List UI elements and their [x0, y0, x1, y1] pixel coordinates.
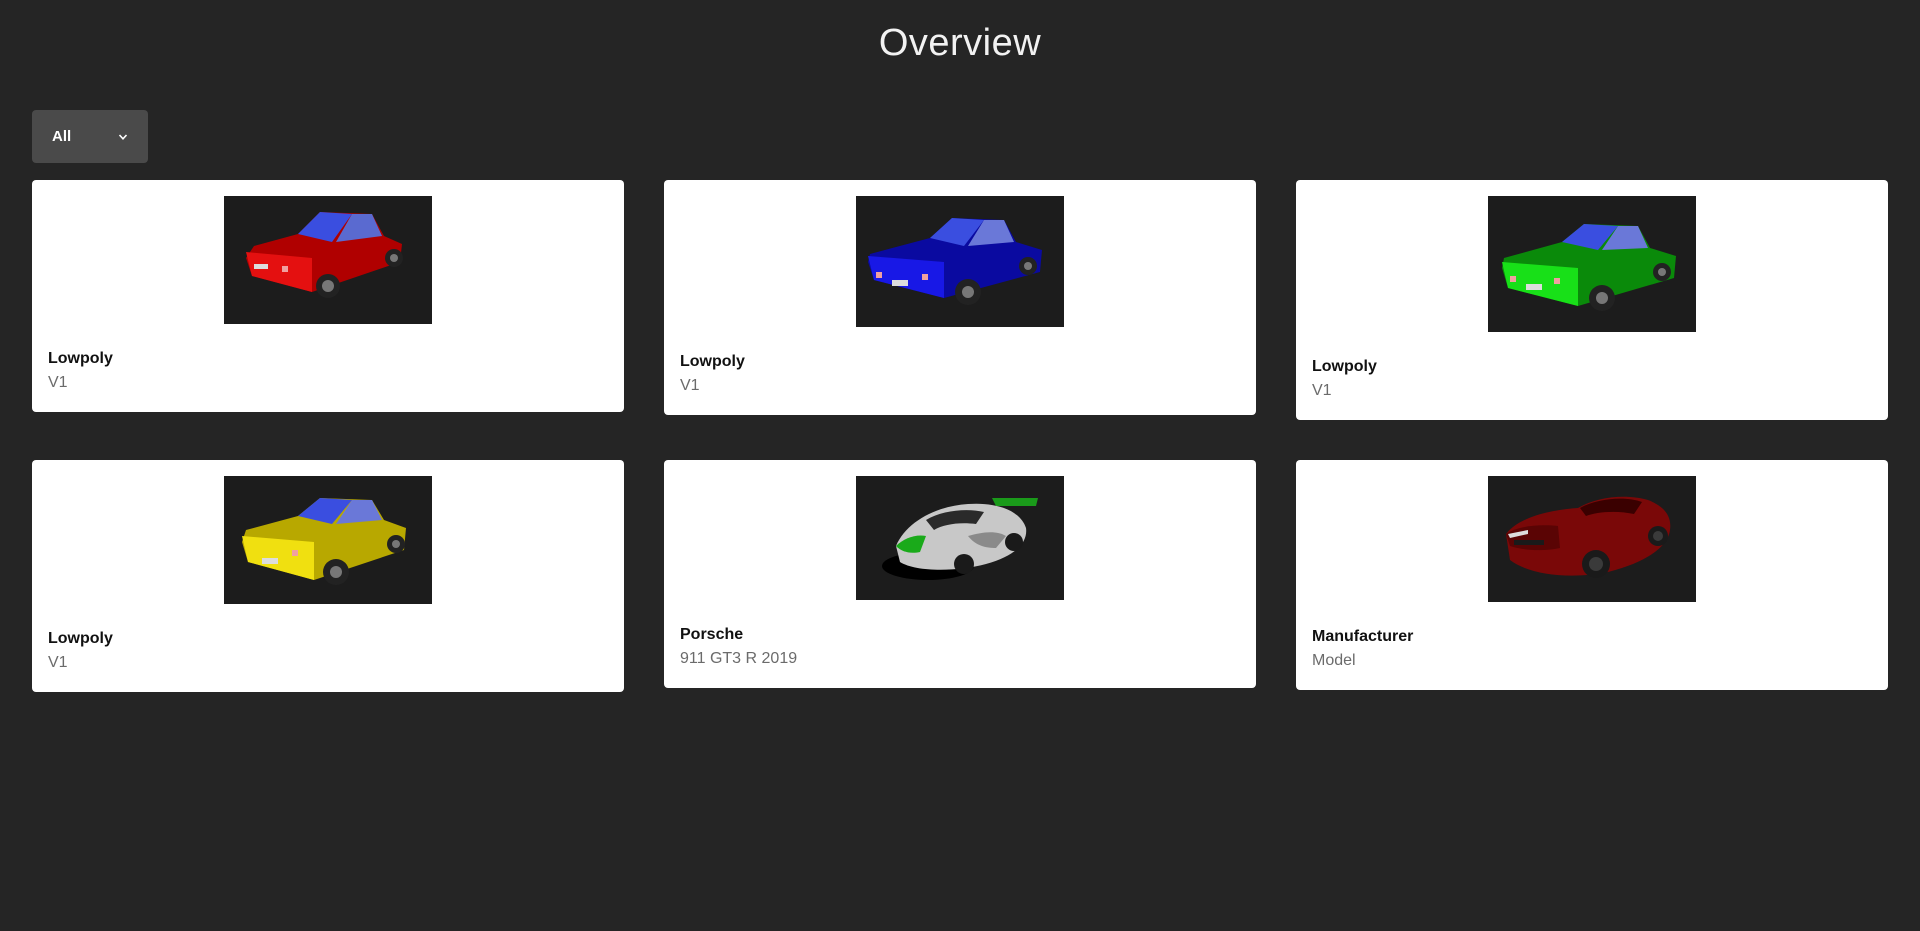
green-lowpoly-car-image [1502, 224, 1676, 311]
filter-select-value: All [52, 128, 72, 145]
card-model: V1 [680, 377, 700, 394]
card-model: V1 [48, 654, 68, 671]
car-card[interactable]: Lowpoly V1 [1296, 180, 1888, 420]
car-card[interactable]: Lowpoly V1 [664, 180, 1256, 415]
yellow-lowpoly-car-image [242, 498, 406, 585]
card-manufacturer: Lowpoly [680, 353, 745, 370]
card-manufacturer: Porsche [680, 626, 744, 643]
car-card[interactable]: Porsche 911 GT3 R 2019 [664, 460, 1256, 688]
page-title: Overview [878, 22, 1042, 64]
car-thumbnail [224, 476, 432, 604]
car-thumbnail [856, 476, 1064, 600]
car-thumbnail [856, 196, 1064, 327]
car-thumbnail [1488, 196, 1696, 332]
chevron-down-icon [118, 133, 128, 140]
car-card[interactable]: Manufacturer Model [1296, 460, 1888, 690]
card-manufacturer: Lowpoly [48, 630, 113, 647]
card-manufacturer: Lowpoly [48, 350, 113, 367]
car-card[interactable]: Lowpoly V1 [32, 460, 624, 692]
card-model: 911 GT3 R 2019 [680, 650, 798, 667]
red-lowpoly-car-image [246, 212, 403, 298]
red-sports-car-image [1506, 496, 1671, 578]
car-thumbnail [1488, 476, 1696, 602]
card-model: Model [1312, 652, 1356, 669]
card-model: V1 [48, 374, 68, 391]
car-card[interactable]: Lowpoly V1 [32, 180, 624, 412]
blue-lowpoly-car-image [868, 218, 1042, 305]
filter-select[interactable]: All [32, 110, 148, 163]
card-model: V1 [1312, 382, 1332, 399]
card-manufacturer: Lowpoly [1312, 358, 1377, 375]
porsche-race-car-image [882, 498, 1038, 580]
car-thumbnail [224, 196, 432, 324]
card-manufacturer: Manufacturer [1312, 628, 1414, 645]
